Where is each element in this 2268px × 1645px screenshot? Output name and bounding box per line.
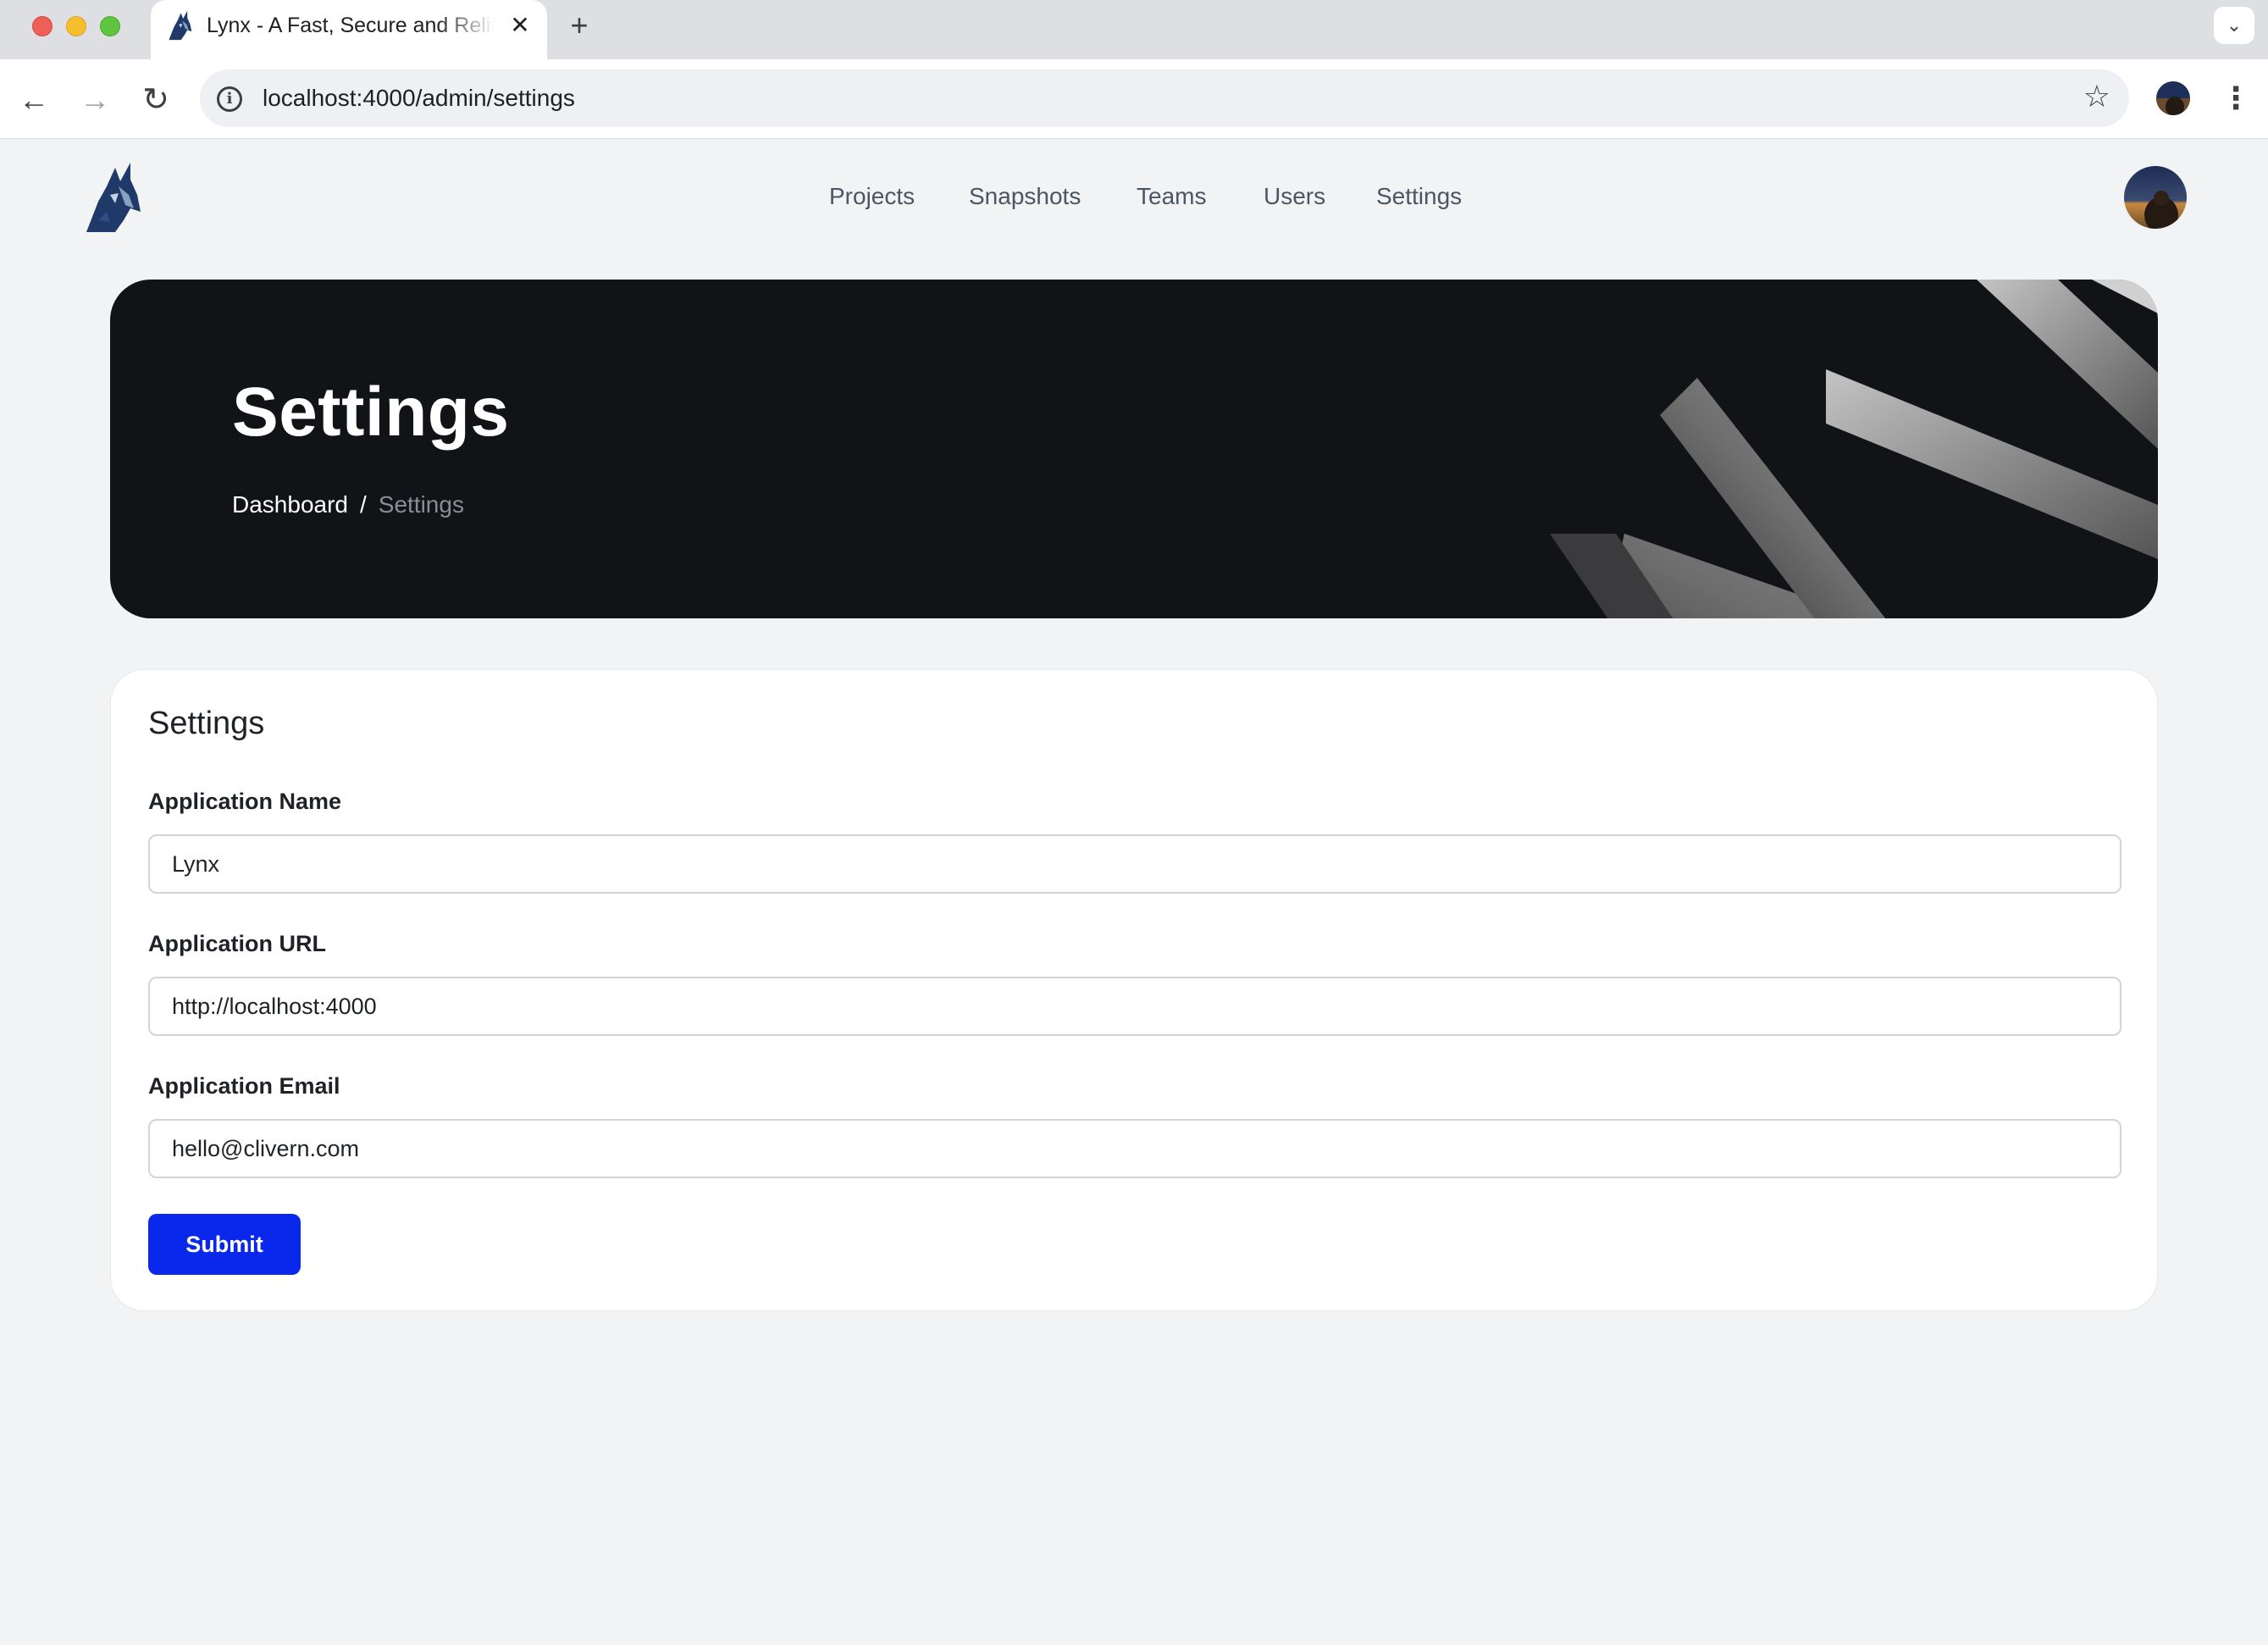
- application-url-label: Application URL: [148, 931, 326, 956]
- page-hero-banner: Settings Dashboard / Settings: [110, 280, 2158, 618]
- settings-form-card: Settings Application Name Application UR…: [110, 669, 2158, 1311]
- tab-title: Lynx - A Fast, Secure and Reliable: [207, 14, 495, 37]
- browser-tab-active[interactable]: Lynx - A Fast, Secure and Reliable ✕: [151, 0, 547, 59]
- main-nav: Projects Snapshots Teams Users Settings: [0, 178, 2268, 215]
- nav-item-snapshots[interactable]: Snapshots: [969, 178, 1081, 215]
- page-title: Settings: [232, 374, 510, 451]
- forward-arrow-icon[interactable]: →: [75, 80, 115, 120]
- nav-item-settings[interactable]: Settings: [1376, 178, 1462, 215]
- application-email-label: Application Email: [148, 1073, 340, 1099]
- breadcrumb-current: Settings: [378, 491, 464, 518]
- new-tab-button[interactable]: +: [562, 8, 596, 42]
- application-name-input[interactable]: [148, 834, 2121, 894]
- tab-close-icon[interactable]: ✕: [506, 12, 534, 39]
- browser-tab-strip: Lynx - A Fast, Secure and Reliable ✕ + ⌄: [0, 0, 2268, 59]
- nav-item-projects[interactable]: Projects: [829, 178, 915, 215]
- browser-menu-icon[interactable]: ⋮: [2221, 78, 2251, 119]
- browser-profile-avatar[interactable]: [2156, 81, 2190, 115]
- tab-search-dropdown-icon[interactable]: ⌄: [2214, 7, 2254, 44]
- lynx-favicon-icon: [169, 10, 192, 41]
- reload-icon[interactable]: ↻: [136, 80, 176, 120]
- address-bar[interactable]: i localhost:4000/admin/settings ☆: [200, 69, 2129, 127]
- bookmark-star-icon[interactable]: ☆: [2083, 80, 2110, 114]
- nav-item-users[interactable]: Users: [1264, 178, 1325, 215]
- site-info-icon[interactable]: i: [217, 86, 242, 112]
- breadcrumb-dashboard-link[interactable]: Dashboard: [232, 491, 348, 518]
- application-email-input[interactable]: [148, 1119, 2121, 1178]
- address-bar-url[interactable]: localhost:4000/admin/settings: [263, 85, 575, 112]
- user-photo-icon: [2124, 166, 2187, 229]
- form-title: Settings: [148, 706, 265, 741]
- window-close-button[interactable]: [32, 16, 53, 36]
- window-maximize-button[interactable]: [100, 16, 120, 36]
- browser-toolbar: ← → ↻ i localhost:4000/admin/settings ☆ …: [0, 59, 2268, 139]
- nav-item-teams[interactable]: Teams: [1137, 178, 1206, 215]
- user-avatar[interactable]: [2124, 166, 2187, 229]
- application-url-input[interactable]: [148, 977, 2121, 1036]
- back-arrow-icon[interactable]: ←: [14, 80, 54, 120]
- profile-photo-icon: [2156, 81, 2190, 115]
- application-name-label: Application Name: [148, 789, 342, 814]
- window-minimize-button[interactable]: [66, 16, 86, 36]
- breadcrumb-separator: /: [359, 491, 367, 518]
- submit-button[interactable]: Submit: [148, 1214, 301, 1275]
- breadcrumb: Dashboard / Settings: [232, 491, 464, 518]
